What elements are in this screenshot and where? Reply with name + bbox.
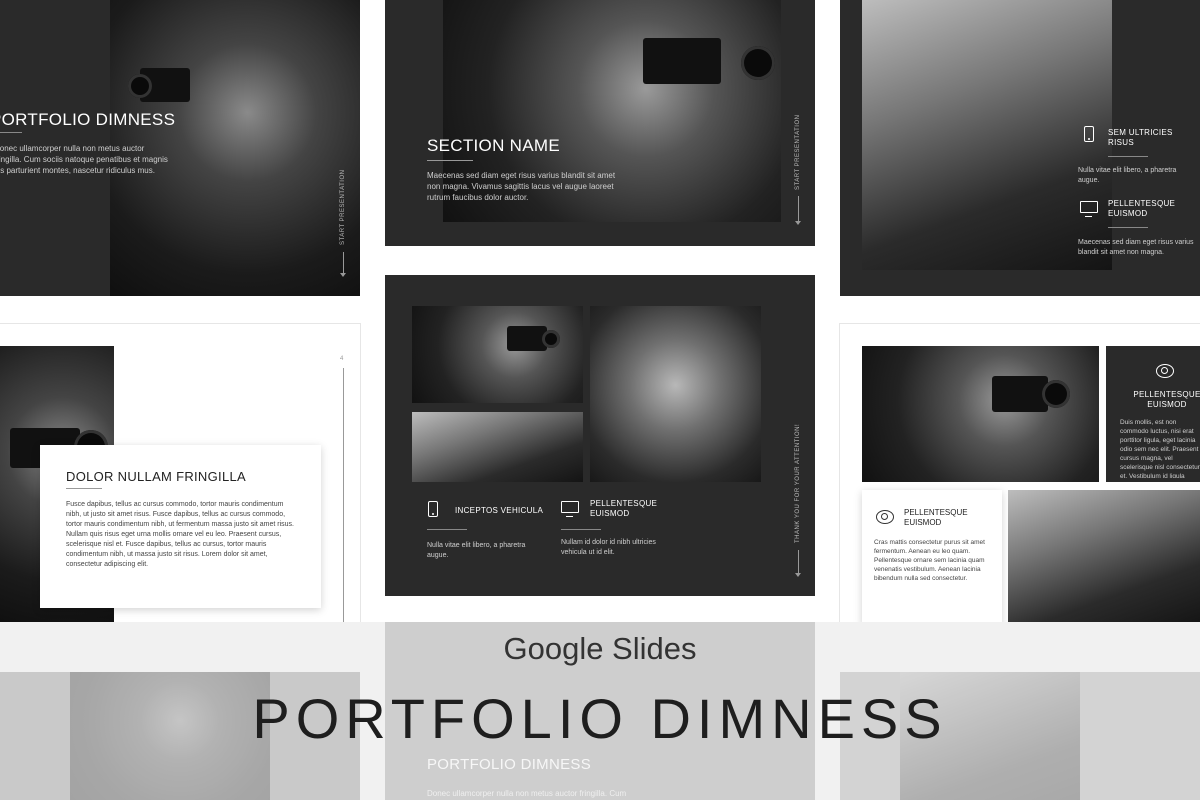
model-portrait-photo — [1008, 490, 1200, 626]
camera-lens-shape — [741, 46, 775, 80]
camera-shape — [507, 326, 547, 351]
dark-info-panel: PELLENTESQUE EUISMOD Duis mollis, est no… — [1106, 346, 1200, 482]
card-body: Fusce dapibus, tellus ac cursus commodo,… — [66, 501, 294, 568]
divider — [427, 529, 467, 530]
camera-lens-shape — [1042, 380, 1070, 408]
side-line — [343, 368, 344, 624]
feature-body: Maecenas sed diam eget risus varius blan… — [1078, 239, 1194, 256]
divider — [561, 529, 601, 530]
feature-body: Nulla vitae elit libero, a pharetra augu… — [427, 542, 526, 559]
slide-body: Donec ullamcorper nulla non metus auctor… — [0, 144, 168, 175]
feature-title: SEM ULTRICIES RISUS — [1108, 128, 1173, 147]
feature-title: PELLENTESQUE EUISMOD — [590, 499, 658, 518]
text-card: PELLENTESQUE EUISMOD Cras mattis consect… — [862, 490, 1002, 626]
camera-icon — [876, 510, 894, 524]
divider — [1108, 156, 1148, 157]
feature-title: INCEPTOS VEHICULA — [455, 506, 544, 515]
card-title: DOLOR NULLAM FRINGILLA — [66, 469, 246, 484]
page-number: 4 — [340, 356, 344, 362]
slide-body: Maecenas sed diam eget risus varius blan… — [427, 171, 616, 202]
divider — [0, 132, 22, 133]
divider — [427, 160, 473, 161]
slide-title: PORTFOLIO DIMNESS — [0, 110, 176, 129]
slide-title-portfolio[interactable]: PORTFOLIO DIMNESS Donec ullamcorper null… — [0, 0, 360, 296]
feature-body: Nulla vitae elit libero, a pharetra augu… — [1078, 167, 1177, 184]
side-line — [343, 252, 344, 274]
platform-label: Google Slides — [503, 631, 697, 666]
panel-body: Duis mollis, est non commodo luctus, nis… — [1120, 419, 1200, 478]
photographer-photo — [412, 306, 583, 403]
arrow-down-icon — [340, 273, 346, 277]
divider — [1108, 227, 1148, 228]
card-body: Cras mattis consectetur purus sit amet f… — [874, 539, 985, 582]
side-label: START PRESENTATION — [340, 169, 346, 245]
slide-text-card[interactable]: DOLOR NULLAM FRINGILLA Fusce dapibus, te… — [0, 324, 360, 646]
card-title: PELLENTESQUE EUISMOD — [904, 508, 968, 527]
slide-title: SECTION NAME — [427, 136, 561, 155]
side-line — [798, 196, 799, 222]
arrow-down-icon — [795, 221, 801, 225]
side-label: THANK YOU FOR YOUR ATTENTION! — [795, 423, 801, 543]
panel-title: PELLENTESQUE EUISMOD — [1133, 390, 1200, 409]
model-portrait-photo — [862, 0, 1112, 270]
faded-body: Donec ullamcorper nulla non metus auctor… — [427, 789, 627, 798]
arrow-down-icon — [795, 573, 801, 577]
faded-title: PORTFOLIO DIMNESS — [427, 756, 592, 773]
monitor-icon — [561, 501, 579, 517]
camera-lens-shape — [128, 74, 152, 98]
side-label: START PRESENTATION — [795, 114, 801, 190]
photographer-photo — [862, 346, 1099, 482]
text-card: DOLOR NULLAM FRINGILLA Fusce dapibus, te… — [40, 445, 321, 608]
camera-shape — [643, 38, 721, 84]
divider — [66, 488, 102, 489]
phone-icon — [1084, 126, 1094, 142]
slide-features-portrait[interactable]: SEM ULTRICIES RISUS Nulla vitae elit lib… — [840, 0, 1200, 296]
feature-body: Nullam id dolor id nibh ultricies vehicu… — [561, 539, 656, 556]
product-title: PORTFOLIO DIMNESS — [252, 687, 948, 750]
slide-mixed-panels[interactable]: PELLENTESQUE EUISMOD Duis mollis, est no… — [840, 324, 1200, 646]
camera-lens-shape — [542, 330, 560, 348]
monitor-icon — [1080, 201, 1098, 217]
side-line — [798, 550, 799, 574]
feature-title: PELLENTESQUE EUISMOD — [1108, 199, 1176, 218]
camera-shape — [992, 376, 1048, 412]
phone-icon — [428, 501, 438, 517]
slide-gallery[interactable]: INCEPTOS VEHICULA Nulla vitae elit liber… — [385, 275, 815, 596]
model-photo — [412, 412, 583, 482]
slide-section[interactable]: SECTION NAME Maecenas sed diam eget risu… — [385, 0, 815, 246]
camera-icon — [1156, 364, 1174, 378]
woman-portrait-photo — [590, 306, 761, 482]
